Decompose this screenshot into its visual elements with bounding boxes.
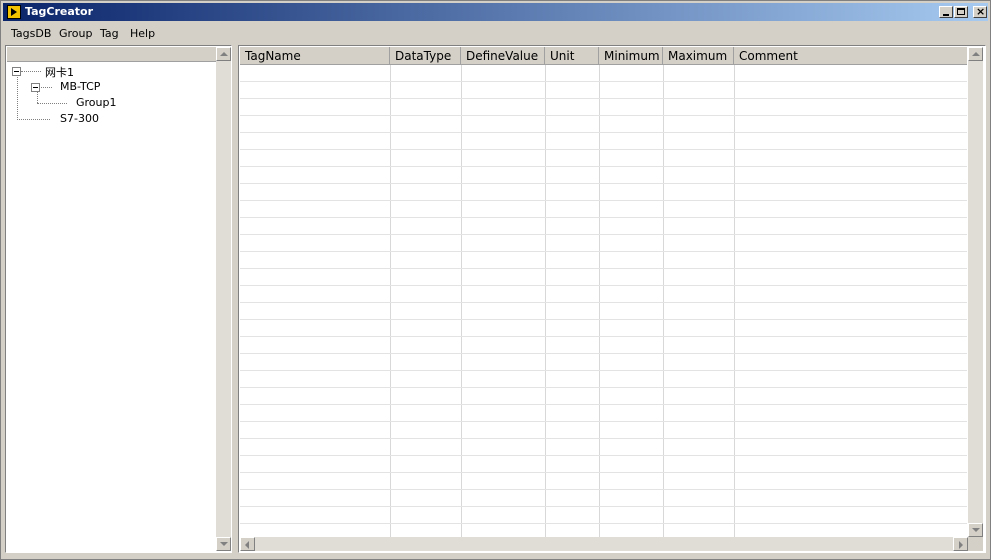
column-header-comment[interactable]: Comment bbox=[734, 47, 967, 65]
table-row[interactable] bbox=[240, 235, 967, 252]
arrow-down-icon bbox=[972, 528, 980, 532]
tag-grid[interactable]: TagName DataType DefineValue Unit Minimu… bbox=[238, 45, 986, 553]
menu-tag[interactable]: Tag bbox=[100, 27, 119, 40]
close-button[interactable]: × bbox=[973, 5, 987, 18]
table-row[interactable] bbox=[240, 252, 967, 269]
grid-body bbox=[240, 65, 967, 539]
scroll-down-button[interactable] bbox=[968, 523, 983, 537]
grid-vertical-scrollbar[interactable] bbox=[968, 47, 983, 537]
table-row[interactable] bbox=[240, 269, 967, 286]
tree-line bbox=[17, 119, 50, 120]
column-header-minimum[interactable]: Minimum bbox=[599, 47, 663, 65]
title-bar[interactable]: TagCreator × bbox=[3, 3, 988, 21]
table-row[interactable] bbox=[240, 354, 967, 371]
grid-header: TagName DataType DefineValue Unit Minimu… bbox=[240, 47, 967, 65]
table-row[interactable] bbox=[240, 422, 967, 439]
table-row[interactable] bbox=[240, 150, 967, 167]
tree-header bbox=[7, 47, 216, 62]
tree-panel[interactable]: 网卡1 MB-TCP Group1 S7-300 bbox=[5, 45, 232, 553]
column-header-unit[interactable]: Unit bbox=[545, 47, 599, 65]
column-header-datatype[interactable]: DataType bbox=[390, 47, 461, 65]
table-row[interactable] bbox=[240, 405, 967, 422]
arrow-right-icon bbox=[959, 541, 963, 549]
scroll-down-button[interactable] bbox=[216, 537, 231, 551]
table-row[interactable] bbox=[240, 65, 967, 82]
scrollbar-corner bbox=[968, 537, 983, 551]
table-row[interactable] bbox=[240, 456, 967, 473]
scroll-up-button[interactable] bbox=[968, 47, 983, 61]
table-row[interactable] bbox=[240, 201, 967, 218]
close-icon: × bbox=[976, 5, 986, 18]
menu-help[interactable]: Help bbox=[130, 27, 155, 40]
scroll-up-button[interactable] bbox=[216, 47, 231, 61]
table-row[interactable] bbox=[240, 82, 967, 99]
table-row[interactable] bbox=[240, 439, 967, 456]
tree-line bbox=[17, 72, 18, 120]
column-header-tagname[interactable]: TagName bbox=[240, 47, 390, 65]
table-row[interactable] bbox=[240, 473, 967, 490]
tree-node-mb-tcp[interactable]: MB-TCP bbox=[60, 80, 100, 93]
table-row[interactable] bbox=[240, 337, 967, 354]
arrow-left-icon bbox=[245, 541, 249, 549]
scroll-left-button[interactable] bbox=[240, 537, 255, 551]
arrow-up-icon bbox=[220, 52, 228, 56]
menu-tagsdb[interactable]: TagsDB bbox=[11, 27, 51, 40]
tree-vertical-scrollbar[interactable] bbox=[216, 47, 231, 551]
table-row[interactable] bbox=[240, 507, 967, 524]
column-header-definevalue[interactable]: DefineValue bbox=[461, 47, 545, 65]
menu-bar: TagsDB Group Tag Help bbox=[3, 23, 988, 43]
table-row[interactable] bbox=[240, 167, 967, 184]
grid-horizontal-scrollbar[interactable] bbox=[240, 537, 968, 551]
collapse-icon[interactable] bbox=[31, 83, 40, 92]
table-row[interactable] bbox=[240, 320, 967, 337]
table-row[interactable] bbox=[240, 371, 967, 388]
tree-node-group1[interactable]: Group1 bbox=[76, 96, 117, 109]
collapse-icon[interactable] bbox=[12, 67, 21, 76]
table-row[interactable] bbox=[240, 490, 967, 507]
menu-group[interactable]: Group bbox=[59, 27, 93, 40]
table-row[interactable] bbox=[240, 116, 967, 133]
column-header-maximum[interactable]: Maximum bbox=[663, 47, 734, 65]
tree-line bbox=[21, 71, 41, 72]
arrow-up-icon bbox=[972, 52, 980, 56]
table-row[interactable] bbox=[240, 303, 967, 320]
minimize-button[interactable] bbox=[939, 6, 953, 18]
maximize-button[interactable] bbox=[954, 6, 968, 18]
window-title: TagCreator bbox=[25, 5, 94, 18]
tree-line bbox=[37, 103, 67, 104]
tree-node-s7-300[interactable]: S7-300 bbox=[60, 112, 99, 125]
arrow-down-icon bbox=[220, 542, 228, 546]
scroll-right-button[interactable] bbox=[953, 537, 968, 551]
table-row[interactable] bbox=[240, 133, 967, 150]
table-row[interactable] bbox=[240, 286, 967, 303]
table-row[interactable] bbox=[240, 388, 967, 405]
tree-node-netcard[interactable]: 网卡1 bbox=[45, 64, 74, 80]
tree-line bbox=[37, 92, 38, 103]
table-row[interactable] bbox=[240, 99, 967, 116]
app-icon[interactable] bbox=[7, 5, 21, 19]
table-row[interactable] bbox=[240, 184, 967, 201]
table-row[interactable] bbox=[240, 218, 967, 235]
